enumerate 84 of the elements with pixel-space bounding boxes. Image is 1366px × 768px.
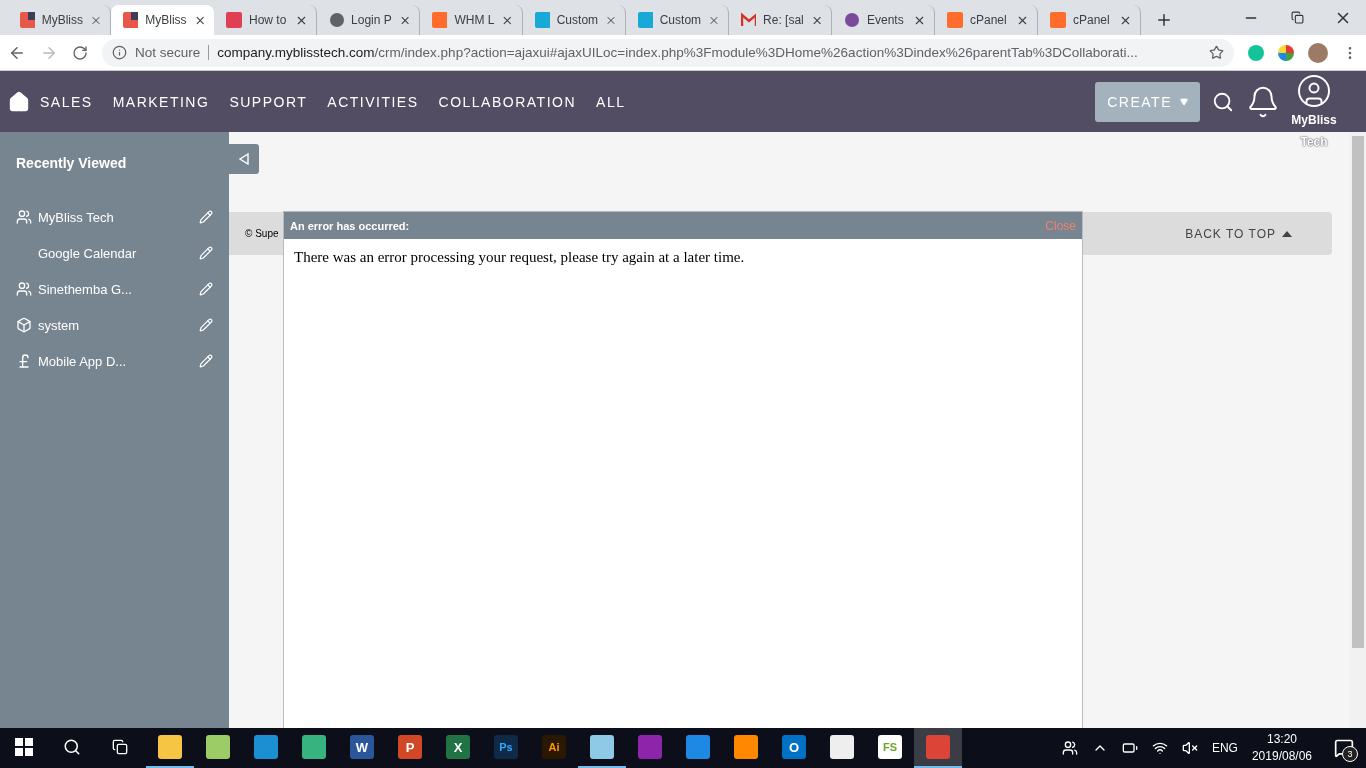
language-indicator[interactable]: ENG bbox=[1211, 741, 1238, 755]
taskbar-app[interactable]: Ps bbox=[482, 728, 530, 768]
people-icon[interactable] bbox=[1061, 740, 1078, 756]
search-icon[interactable] bbox=[1212, 90, 1234, 113]
battery-icon[interactable] bbox=[1121, 740, 1138, 756]
favicon-icon bbox=[1050, 12, 1066, 28]
people-icon bbox=[16, 281, 32, 297]
nav-link[interactable]: ACTIVITIES bbox=[327, 93, 419, 110]
tab-title: Events bbox=[867, 13, 905, 27]
nav-link[interactable]: MARKETING bbox=[112, 93, 210, 110]
cube-icon bbox=[16, 317, 32, 333]
favicon-icon bbox=[226, 12, 242, 28]
clock[interactable]: 13:20 2019/08/06 bbox=[1251, 731, 1312, 765]
tab-title: MyBliss bbox=[41, 13, 84, 27]
tab-title: How to bbox=[249, 13, 288, 27]
info-icon bbox=[112, 45, 127, 60]
nav-link[interactable]: COLLABORATION bbox=[438, 93, 577, 110]
favicon-icon bbox=[20, 12, 35, 28]
tab-title: Re: [sal bbox=[763, 13, 804, 27]
caret-icon bbox=[1180, 97, 1188, 106]
tab-title: cPanel bbox=[970, 13, 1008, 27]
notification-count: 3 bbox=[1342, 746, 1358, 762]
recent-item-link[interactable]: MyBliss Tech bbox=[38, 209, 193, 225]
error-message: There was an error processing your request, please try again at a later time. bbox=[294, 249, 746, 266]
caret-up-icon bbox=[1282, 230, 1292, 237]
edit-icon[interactable] bbox=[199, 318, 213, 332]
edit-icon[interactable] bbox=[199, 282, 213, 296]
user-name[interactable]: MyBliss Tech bbox=[1290, 109, 1338, 153]
url-host: company.myblisstech.com bbox=[217, 45, 375, 60]
collapse-sidebar-button[interactable] bbox=[229, 144, 259, 174]
recent-item-link[interactable]: Google Calendar bbox=[38, 245, 193, 261]
tab-title: Custom bbox=[556, 13, 599, 27]
notification-bell-icon[interactable] bbox=[1246, 84, 1280, 119]
tab-title: cPanel bbox=[1073, 13, 1111, 27]
recent-item-link[interactable]: system bbox=[38, 317, 193, 333]
reload-icon[interactable] bbox=[72, 44, 88, 61]
people-icon bbox=[16, 209, 32, 225]
scrollbar[interactable] bbox=[1349, 132, 1366, 728]
mute-icon[interactable] bbox=[1181, 740, 1198, 756]
taskbar-app[interactable]: O bbox=[770, 728, 818, 768]
tab-title: MyBliss bbox=[145, 13, 187, 27]
windows-icon[interactable] bbox=[15, 738, 33, 756]
nav-link[interactable]: ALL bbox=[596, 93, 626, 110]
restore-icon[interactable] bbox=[1290, 11, 1304, 24]
recent-item-link[interactable]: Sinethemba G... bbox=[38, 281, 193, 297]
edit-icon[interactable] bbox=[199, 354, 213, 368]
address-field[interactable]: Not secure company.myblisstech.com/crm/index.php?action=ajaxui#ajaxUILoc=index.php%3Fmodule%3DHome%26action%3Dindex%26parentTab%3DCollaborati... bbox=[102, 38, 1234, 67]
url-path: /crm/index.php?action=ajaxui#ajaxUILoc=index.php%3Fmodule%3DHome%26action%3Dindex%26parentTab%3DCollaborati... bbox=[374, 45, 1138, 60]
edit-icon[interactable] bbox=[199, 210, 213, 224]
browser-tab[interactable]: MyBliss bbox=[111, 5, 214, 35]
search-icon[interactable] bbox=[63, 738, 81, 756]
bookmark-star-icon[interactable] bbox=[1209, 45, 1224, 60]
tab-title: Login P bbox=[351, 13, 392, 27]
avatar-icon[interactable] bbox=[1308, 42, 1328, 63]
collapse-arrow-icon[interactable] bbox=[238, 153, 250, 165]
taskbar-app[interactable]: P bbox=[386, 728, 434, 768]
sidebar-title: Recently Viewed bbox=[15, 154, 128, 173]
nav-link[interactable]: SALES bbox=[40, 93, 93, 110]
mail-icon bbox=[741, 12, 757, 28]
tab-title: Custom bbox=[659, 13, 702, 27]
favicon-icon bbox=[535, 12, 550, 28]
copyright-text: © Supe bbox=[245, 228, 279, 239]
edit-icon[interactable] bbox=[199, 246, 213, 260]
favicon-icon bbox=[123, 12, 139, 28]
nav-link[interactable]: SUPPORT bbox=[229, 93, 308, 110]
taskbar-app[interactable]: W bbox=[338, 728, 386, 768]
task-view-icon[interactable] bbox=[112, 739, 128, 755]
wifi-icon[interactable] bbox=[1151, 740, 1168, 756]
pound-icon bbox=[16, 353, 32, 369]
security-label: Not secure bbox=[135, 45, 210, 60]
taskbar-app[interactable]: X bbox=[434, 728, 482, 768]
color-wheel-icon[interactable] bbox=[1278, 44, 1294, 61]
new-tab-icon[interactable] bbox=[1155, 11, 1173, 29]
tab-title: WHM L bbox=[454, 13, 495, 27]
user-icon[interactable] bbox=[1296, 73, 1332, 109]
recent-item-link[interactable]: Mobile App D... bbox=[38, 353, 193, 369]
favicon-icon bbox=[638, 12, 653, 28]
dialog-title: An error has occurred: bbox=[290, 219, 410, 232]
favicon-icon bbox=[947, 12, 963, 28]
home-icon[interactable] bbox=[8, 90, 30, 113]
favicon-icon bbox=[432, 12, 448, 28]
back-to-top-link[interactable]: BACK TO TOP bbox=[1185, 226, 1292, 241]
taskbar-app[interactable]: Ai bbox=[530, 728, 578, 768]
notification-icon[interactable] bbox=[1334, 738, 1354, 758]
